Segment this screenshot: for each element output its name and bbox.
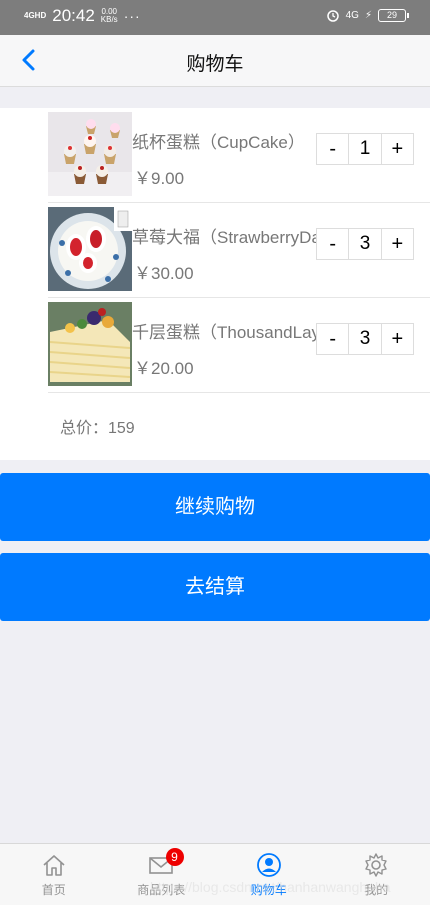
quantity-value[interactable]: 3 [348, 229, 382, 259]
strawberry-dafu-image [48, 207, 132, 291]
quantity-stepper: - 3 + [316, 228, 414, 260]
cart-list: 纸杯蛋糕（CupCake） ￥9.00 - 1 + 草莓大福（Strawberr… [0, 108, 430, 460]
quantity-stepper: - 3 + [316, 323, 414, 355]
decrease-button[interactable]: - [317, 324, 348, 354]
network-type-4g: 4G [345, 9, 359, 21]
charging-icon: ⚡ [364, 9, 372, 21]
continue-shopping-button[interactable]: 继续购物 [0, 473, 430, 541]
checkout-button[interactable]: 去结算 [0, 553, 430, 621]
nav-bar: 购物车 [0, 35, 430, 87]
status-bar: 4GHD 20:42 0.00 KB/s ··· 4G ⚡ 29 [0, 0, 430, 35]
tab-label: 首页 [41, 883, 66, 897]
quantity-value[interactable]: 1 [348, 134, 382, 164]
product-name: 纸杯蛋糕（CupCake） [132, 133, 305, 152]
more-notifications-icon: ··· [123, 8, 141, 24]
quantity-value[interactable]: 3 [348, 324, 382, 354]
tab-cart[interactable]: 购物车 [215, 844, 323, 905]
increase-button[interactable]: + [382, 229, 413, 259]
cart-item: 千层蛋糕（ThousandLayerCake） ￥20.00 - 3 + [48, 298, 430, 393]
cupcake-image [48, 112, 132, 196]
increase-button[interactable]: + [382, 134, 413, 164]
decrease-button[interactable]: - [317, 229, 348, 259]
product-price: ￥30.00 [134, 264, 194, 283]
total-price: 总价：159 [60, 420, 135, 437]
product-price: ￥20.00 [134, 359, 194, 378]
battery-icon: 29 [378, 8, 409, 22]
cart-item: 草莓大福（StrawberryDafu） ￥30.00 - 3 + [48, 203, 430, 298]
home-icon [43, 855, 65, 876]
quantity-stepper: - 1 + [316, 133, 414, 165]
network-speed: 0.00 KB/s [100, 7, 118, 24]
page-title: 购物车 [186, 54, 244, 75]
increase-button[interactable]: + [382, 324, 413, 354]
decrease-button[interactable]: - [317, 134, 348, 164]
tab-profile[interactable]: 我的 [323, 844, 430, 905]
tab-home[interactable]: 首页 [0, 844, 108, 905]
gear-icon [365, 853, 387, 877]
status-time: 20:42 [52, 6, 95, 25]
watermark: https://blog.csdn.net/hanhanwanghaha [150, 879, 391, 895]
user-circle-icon [256, 853, 281, 877]
tab-bar: 首页 9 商品列表 购物车 我的 [0, 843, 430, 905]
thousand-layer-cake-image [48, 302, 132, 386]
tab-product-list[interactable]: 9 商品列表 [108, 844, 216, 905]
network-indicator: 4GHD [24, 11, 47, 20]
notification-badge: 9 [165, 848, 184, 866]
cart-item: 纸杯蛋糕（CupCake） ￥9.00 - 1 + [48, 108, 430, 203]
product-price: ￥9.00 [134, 169, 185, 188]
alarm-icon [326, 10, 339, 22]
